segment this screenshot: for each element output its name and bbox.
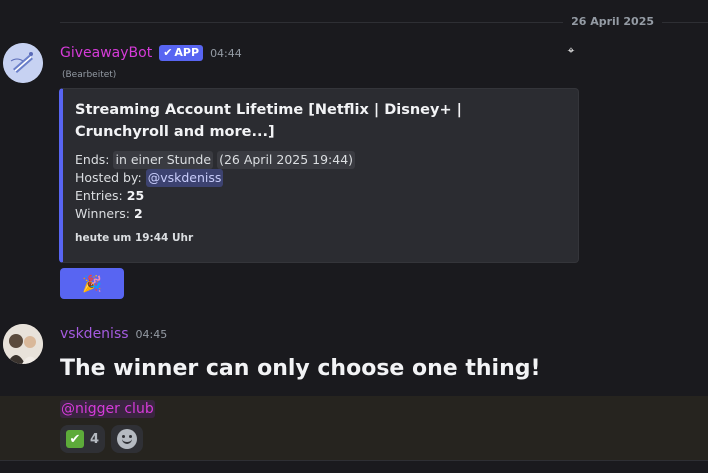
ends-relative-time[interactable]: in einer Stunde — [113, 151, 214, 169]
user-message-text: The winner can only choose one thing! — [60, 356, 541, 381]
add-reaction-button[interactable] — [111, 425, 144, 453]
bot-username[interactable]: GiveawayBot — [60, 44, 152, 62]
enter-giveaway-button[interactable]: 🎉 — [60, 268, 124, 299]
white-check-mark-icon: ✔ — [66, 430, 84, 448]
reaction-check[interactable]: ✔ 4 — [60, 425, 106, 453]
user-timestamp[interactable]: 04:45 — [136, 328, 168, 341]
hosted-line: Hosted by: @vskdeniss — [75, 169, 224, 187]
reaction-count: 4 — [90, 431, 100, 447]
app-tag: ✔ APP — [159, 45, 204, 61]
add-reaction-icon — [117, 429, 138, 449]
edited-label: (Bearbeitet) — [62, 70, 117, 80]
giveaway-embed: Streaming Account Lifetime [Netflix | Di… — [59, 88, 579, 263]
entries-count: 25 — [126, 188, 145, 203]
embed-title: Streaming Account Lifetime [Netflix | Di… — [75, 102, 462, 140]
bot-message-header: GiveawayBot ✔ APP 04:44 — [60, 44, 242, 62]
embed-footer: heute um 19:44 Uhr — [75, 232, 194, 244]
entries-line: Entries: 25 — [75, 188, 145, 203]
date-divider-label: 26 April 2025 — [563, 14, 662, 30]
winners-count: 2 — [133, 206, 143, 221]
ends-absolute-time[interactable]: (26 April 2025 19:44) — [217, 151, 356, 169]
user-username[interactable]: vskdeniss — [60, 325, 129, 343]
cursor-crosshair-icon: ⌖ — [567, 43, 575, 57]
winners-line: Winners: 2 — [75, 206, 143, 221]
host-mention[interactable]: @vskdeniss — [145, 169, 224, 187]
checkmark-icon: ✔ — [163, 46, 173, 59]
ends-line: Ends: in einer Stunde (26 April 2025 19:… — [75, 151, 356, 169]
bot-timestamp[interactable]: 04:44 — [210, 47, 242, 60]
bottom-divider — [0, 460, 708, 461]
user-message-header: vskdeniss 04:45 — [60, 325, 167, 343]
reactions-bar: ✔ 4 — [60, 425, 144, 453]
role-mention[interactable]: @nigger club — [60, 400, 155, 418]
user-avatar[interactable] — [3, 324, 43, 364]
embed-fields: Ends: in einer Stunde (26 April 2025 19:… — [75, 151, 356, 223]
party-popper-icon: 🎉 — [82, 274, 102, 293]
bot-avatar[interactable] — [3, 43, 43, 83]
